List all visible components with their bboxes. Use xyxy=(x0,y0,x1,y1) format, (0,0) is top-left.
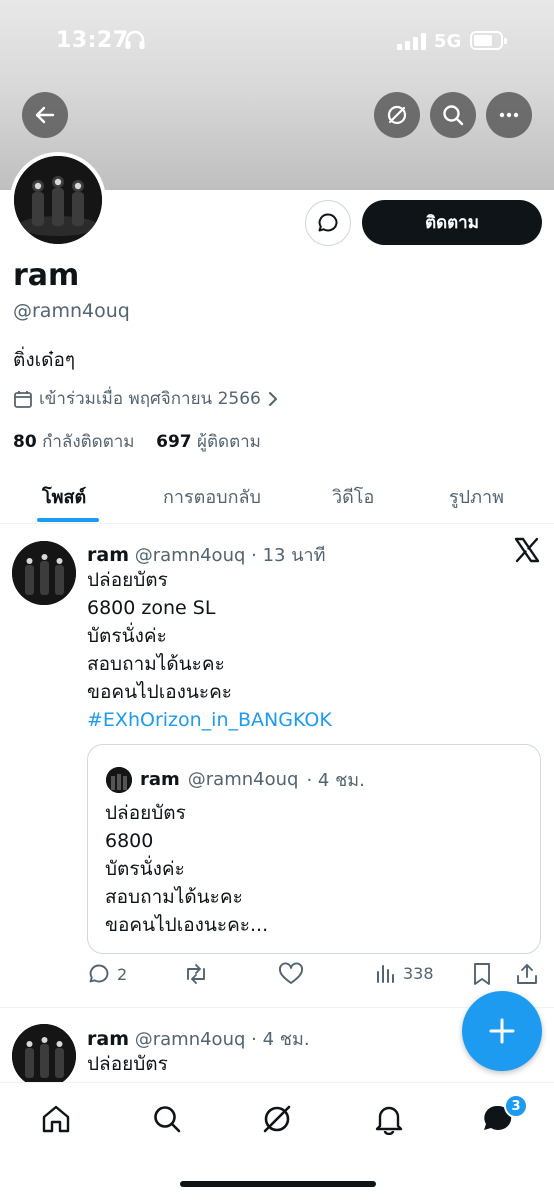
tweet-line: 6800 zone SL xyxy=(87,597,216,619)
headphones-icon xyxy=(124,30,146,54)
tab-videos[interactable]: วิดีโอ xyxy=(332,482,374,511)
views-button[interactable]: 338 xyxy=(375,962,434,984)
grok-button[interactable] xyxy=(374,92,420,138)
tweet-line: สอบถามได้นะคะ xyxy=(87,653,225,675)
x-logo-icon xyxy=(514,537,540,567)
quote-line: บัตรนั่งค่ะ xyxy=(105,858,185,880)
tweet-avatar[interactable] xyxy=(12,541,76,605)
search-icon xyxy=(154,1106,181,1133)
tweet-hashtag[interactable]: #EXhOrizon_in_BANGKOK xyxy=(87,706,332,734)
reply-button[interactable]: 2 xyxy=(87,962,127,986)
messages-badge: 3 xyxy=(504,1094,528,1118)
heart-icon xyxy=(279,962,303,984)
reply-icon xyxy=(89,964,109,983)
following-link[interactable]: 80 กำลังติดตาม xyxy=(13,432,135,452)
back-button[interactable] xyxy=(22,92,68,138)
battery-icon xyxy=(470,31,507,50)
arrow-left-icon xyxy=(35,106,55,124)
quote-time: · 4 ชม. xyxy=(306,770,365,791)
active-tab-indicator xyxy=(37,518,99,522)
tweet-line: ปล่อยบัตร xyxy=(87,569,168,591)
tweet-body: ปล่อยบัตร xyxy=(87,1050,168,1078)
bookmark-button[interactable] xyxy=(471,962,493,986)
tab-photos[interactable]: รูปภาพ xyxy=(449,482,504,511)
bookmark-icon xyxy=(474,963,490,985)
status-time: 13:27 xyxy=(56,28,129,53)
quote-body: ปล่อยบัตร 6800 บัตรนั่งค่ะ สอบถามได้นะคะ… xyxy=(105,799,268,939)
tweet-author-name[interactable]: ram xyxy=(87,544,129,566)
tab-replies[interactable]: การตอบกลับ xyxy=(163,482,261,511)
nav-home[interactable] xyxy=(36,1099,76,1139)
share-icon xyxy=(517,964,537,984)
quoted-tweet[interactable]: ram @ramn4ouq · 4 ชม. ปล่อยบัตร 6800 บัต… xyxy=(87,744,541,954)
followers-link[interactable]: 697 ผู้ติดตาม xyxy=(156,432,261,452)
followers-label: ผู้ติดตาม xyxy=(197,432,261,452)
reply-count: 2 xyxy=(117,964,128,984)
profile-bio: ติ่งเด๋อๆ xyxy=(13,349,76,371)
joined-text: เข้าร่วมเมื่อ พฤศจิกายน 2566 xyxy=(39,389,261,409)
calendar-icon xyxy=(14,390,32,408)
search-icon xyxy=(443,105,464,126)
quote-author-handle: @ramn4ouq xyxy=(187,769,299,790)
nav-search[interactable] xyxy=(147,1099,187,1139)
share-button[interactable] xyxy=(515,962,539,986)
message-button[interactable] xyxy=(305,200,351,246)
like-button[interactable] xyxy=(278,962,304,986)
quote-line: 6800 xyxy=(105,830,154,852)
profile-name: ram xyxy=(13,258,80,293)
quote-line: สอบถามได้นะคะ xyxy=(105,886,243,908)
compose-post-button[interactable] xyxy=(462,991,542,1071)
nav-grok[interactable] xyxy=(257,1099,297,1139)
grok-icon xyxy=(387,105,407,125)
tweet-author-handle: @ramn4ouq xyxy=(134,1029,246,1050)
bell-icon xyxy=(375,1106,403,1135)
network-type: 5G xyxy=(434,31,462,52)
profile-handle: @ramn4ouq xyxy=(13,300,130,322)
tweet-line: บัตรนั่งค่ะ xyxy=(87,625,167,647)
tweet-actions: 2 338 xyxy=(87,962,543,992)
tweet-time: · 13 นาที xyxy=(251,545,326,566)
tweet-time: · 4 ชม. xyxy=(251,1029,310,1050)
search-button[interactable] xyxy=(430,92,476,138)
chevron-right-icon xyxy=(268,391,278,406)
plus-icon xyxy=(489,1018,515,1044)
following-label: กำลังติดตาม xyxy=(42,432,135,452)
tweet-body: ปล่อยบัตร 6800 zone SL บัตรนั่งค่ะ สอบถา… xyxy=(87,566,332,734)
quote-author-name: ram xyxy=(140,769,180,790)
status-bar: 13:27 5G xyxy=(0,0,554,86)
tweet-line: ปล่อยบัตร xyxy=(87,1053,168,1075)
following-count: 80 xyxy=(13,432,37,452)
repost-button[interactable] xyxy=(183,962,209,986)
grok-icon xyxy=(263,1105,291,1133)
followers-count: 697 xyxy=(156,432,192,452)
tweet-avatar[interactable] xyxy=(12,1024,76,1088)
follow-button[interactable]: ติดตาม xyxy=(362,200,542,245)
tweet-header: ram @ramn4ouq · 13 นาที xyxy=(87,540,326,569)
profile-avatar[interactable] xyxy=(10,152,106,248)
more-options-button[interactable] xyxy=(486,92,532,138)
message-bubble-icon xyxy=(318,213,338,232)
follow-stats: 80 กำลังติดตาม 697 ผู้ติดตาม xyxy=(13,428,261,455)
profile-tabs: โพสต์ การตอบกลับ วิดีโอ รูปภาพ xyxy=(0,466,554,524)
views-chart-icon xyxy=(377,965,394,983)
nav-notifications[interactable] xyxy=(369,1099,409,1139)
quote-line: ขอคนไปเองนะคะ... xyxy=(105,914,269,936)
tweet-author-handle: @ramn4ouq xyxy=(134,545,246,566)
tab-posts[interactable]: โพสต์ xyxy=(42,482,86,511)
quote-avatar xyxy=(106,766,132,793)
quote-line: ปล่อยบัตร xyxy=(105,802,186,824)
tweet-author-name[interactable]: ram xyxy=(87,1028,129,1050)
tweet-header: ram @ramn4ouq · 4 ชม. xyxy=(87,1024,310,1053)
repost-icon xyxy=(187,964,205,984)
more-dots-icon xyxy=(499,112,519,118)
joined-date[interactable]: เข้าร่วมเมื่อ พฤศจิกายน 2566 xyxy=(13,385,279,412)
views-count: 338 xyxy=(403,963,434,983)
quote-header: ram @ramn4ouq · 4 ชม. xyxy=(106,765,365,794)
home-icon xyxy=(42,1105,70,1133)
tweet-line: ขอคนไปเองนะคะ xyxy=(87,681,233,703)
cellular-signal-icon xyxy=(397,32,426,50)
home-indicator xyxy=(180,1181,376,1187)
